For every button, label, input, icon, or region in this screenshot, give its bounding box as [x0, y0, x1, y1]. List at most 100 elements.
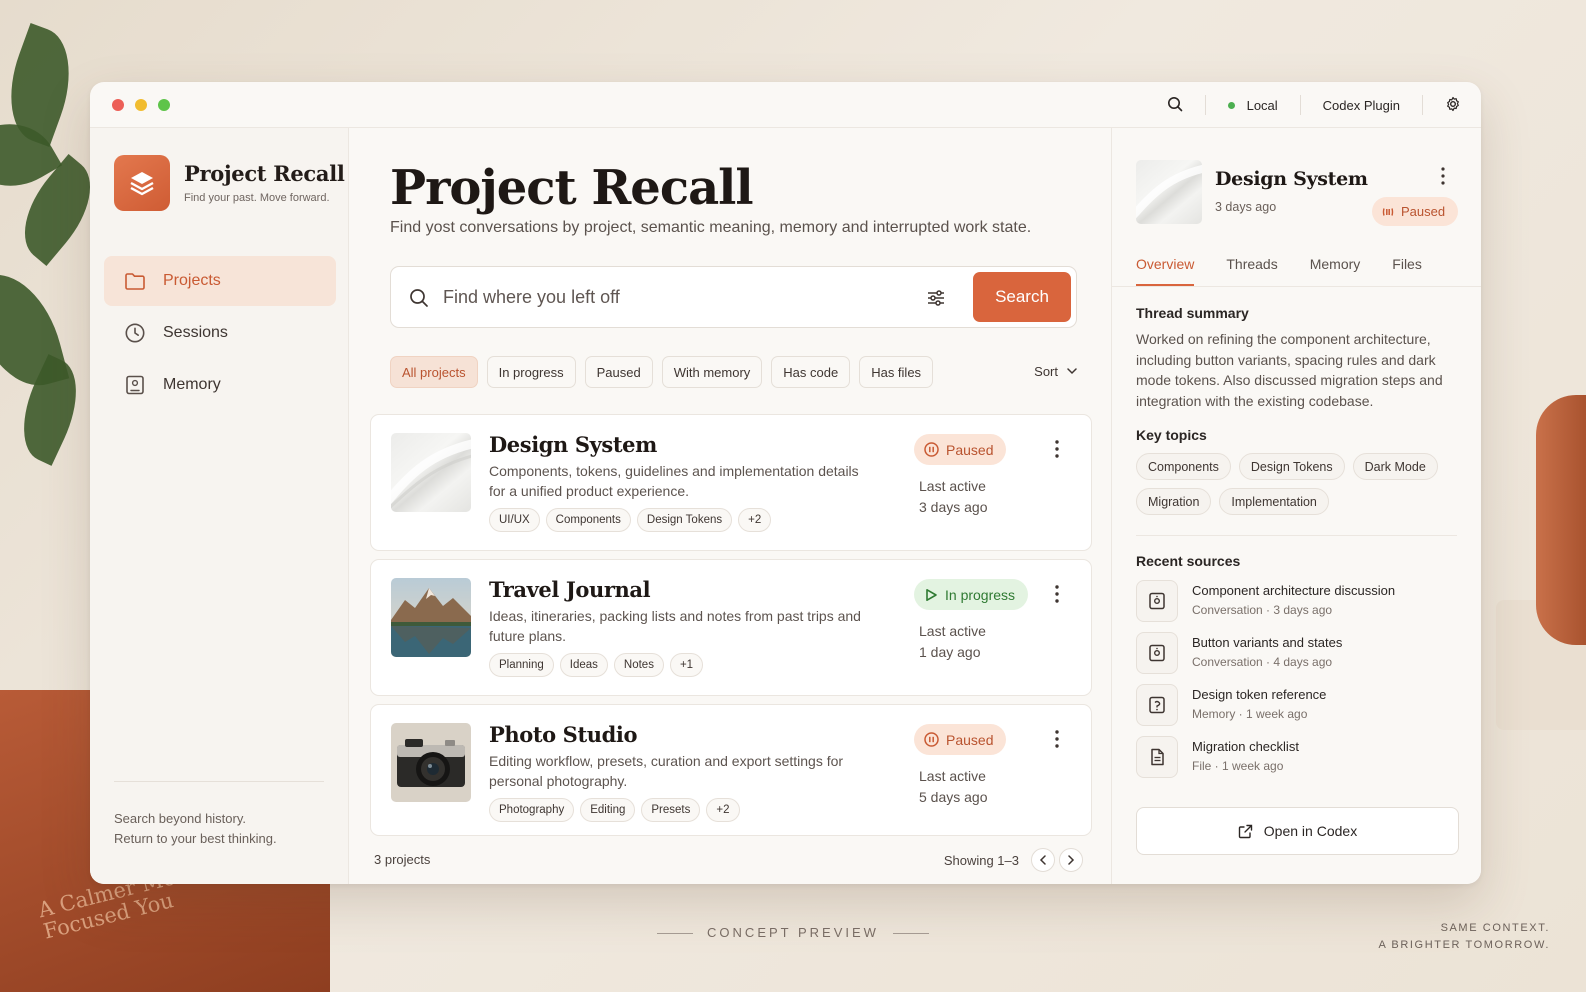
- status-badge: Paused: [914, 724, 1007, 755]
- tag: Components: [545, 508, 631, 532]
- last-active: Last active 5 days ago: [919, 768, 988, 805]
- gear-icon[interactable]: [1445, 96, 1461, 115]
- tag-more[interactable]: +2: [706, 798, 740, 822]
- project-thumbnail: [1136, 160, 1202, 224]
- chevron-left-icon: [1039, 855, 1046, 865]
- project-thumbnail: [391, 578, 471, 657]
- tab-divider: [1112, 286, 1481, 287]
- project-card-travel-journal[interactable]: Travel Journal Ideas, itineraries, packi…: [370, 559, 1092, 696]
- pause-icon: [924, 732, 939, 747]
- clock-icon: [125, 323, 145, 343]
- topics-heading: Key topics: [1136, 427, 1207, 443]
- filter-chips: All projects In progress Paused With mem…: [390, 356, 934, 388]
- folder-icon: [125, 273, 145, 290]
- project-title: Travel Journal: [489, 577, 651, 602]
- detail-tabs: Overview Threads Memory Files: [1136, 256, 1457, 286]
- prev-page-button[interactable]: [1031, 848, 1055, 872]
- section-divider: [1136, 535, 1457, 536]
- topic-chip[interactable]: Design Tokens: [1238, 453, 1345, 480]
- tag: Design Tokens: [636, 508, 733, 532]
- tag: Ideas: [559, 653, 608, 677]
- sidebar-item-label: Memory: [163, 376, 221, 393]
- brand-title: Project Recall: [184, 161, 345, 186]
- topic-chip[interactable]: Components: [1136, 453, 1231, 480]
- more-options-icon[interactable]: [1435, 166, 1451, 186]
- more-options-icon[interactable]: [1049, 584, 1065, 604]
- cup-decoration: [1536, 395, 1586, 645]
- plant-decoration: [0, 10, 111, 480]
- tab-memory[interactable]: Memory: [1310, 256, 1361, 286]
- filter-has-files[interactable]: Has files: [859, 356, 934, 388]
- close-window-button[interactable]: [112, 98, 124, 111]
- source-item[interactable]: Design token reference Memory · 1 week a…: [1136, 684, 1466, 728]
- tag: Planning: [489, 653, 554, 677]
- source-item[interactable]: Button variants and states Conversation …: [1136, 632, 1466, 676]
- brand-tagline: Find your past. Move forward.: [184, 192, 330, 204]
- sidebar-item-memory[interactable]: Memory: [104, 360, 336, 410]
- conversation-icon: [1136, 580, 1178, 622]
- filter-paused[interactable]: Paused: [584, 356, 653, 388]
- status-badge: Paused: [914, 434, 1007, 465]
- tab-overview[interactable]: Overview: [1136, 256, 1195, 286]
- filter-has-code[interactable]: Has code: [771, 356, 851, 388]
- filter-settings-icon[interactable]: [926, 289, 946, 312]
- minimize-window-button[interactable]: [135, 98, 147, 111]
- sidebar-footer: Search beyond history. Return to your be…: [114, 781, 324, 849]
- project-description: Editing workflow, presets, curation and …: [489, 753, 844, 789]
- filter-all-projects[interactable]: All projects: [390, 356, 478, 388]
- file-icon: [1136, 736, 1178, 778]
- source-item[interactable]: Component architecture discussion Conver…: [1136, 580, 1466, 624]
- chevron-down-icon: [1067, 368, 1077, 375]
- play-icon: [926, 588, 937, 601]
- memory-icon: [126, 375, 144, 395]
- project-description: Ideas, itineraries, packing lists and no…: [489, 608, 861, 644]
- detail-title: Design System: [1215, 168, 1368, 190]
- more-options-icon[interactable]: [1049, 729, 1065, 749]
- source-item[interactable]: Migration checklist File · 1 week ago: [1136, 736, 1466, 780]
- tag: Presets: [641, 798, 701, 822]
- tag-more[interactable]: +1: [669, 653, 704, 677]
- open-in-codex-button[interactable]: Open in Codex: [1136, 807, 1459, 855]
- concept-preview-caption: CONCEPT PREVIEW: [0, 925, 1586, 940]
- conversation-icon: [1136, 632, 1178, 674]
- zoom-window-button[interactable]: [158, 98, 170, 111]
- search-button[interactable]: Search: [973, 272, 1071, 322]
- tag-more[interactable]: +2: [738, 508, 772, 532]
- brand: Project Recall Find your past. Move forw…: [184, 161, 345, 204]
- sidebar: Project Recall Find your past. Move forw…: [90, 128, 349, 884]
- tag: Notes: [613, 653, 664, 677]
- project-thumbnail: [391, 723, 471, 802]
- sidebar-item-sessions[interactable]: Sessions: [104, 308, 336, 358]
- titlebar: Local Codex Plugin: [90, 82, 1481, 128]
- connection-status[interactable]: Local: [1227, 98, 1278, 113]
- topic-chip[interactable]: Dark Mode: [1352, 453, 1438, 480]
- tag: UI/UX: [489, 508, 540, 532]
- project-title: Photo Studio: [489, 722, 638, 747]
- key-topics: Components Design Tokens Dark Mode Migra…: [1136, 453, 1466, 515]
- project-card-photo-studio[interactable]: Photo Studio Editing workflow, presets, …: [370, 704, 1092, 836]
- status-badge: In progress: [914, 579, 1029, 610]
- summary-heading: Thread summary: [1136, 305, 1249, 321]
- more-options-icon[interactable]: [1049, 439, 1065, 459]
- filter-with-memory[interactable]: With memory: [661, 356, 763, 388]
- app-logo-icon: [114, 155, 170, 211]
- memory-icon: [1136, 684, 1178, 726]
- tab-threads[interactable]: Threads: [1226, 256, 1277, 286]
- tab-files[interactable]: Files: [1392, 256, 1422, 286]
- sidebar-item-projects[interactable]: Projects: [104, 256, 336, 306]
- topic-chip[interactable]: Implementation: [1219, 488, 1329, 515]
- next-page-button[interactable]: [1059, 848, 1083, 872]
- project-description: Components, tokens, guidelines and imple…: [489, 463, 859, 499]
- project-card-design-system[interactable]: Design System Components, tokens, guidel…: [370, 414, 1092, 551]
- search-icon: [410, 289, 428, 307]
- detail-subtitle: 3 days ago: [1215, 200, 1277, 214]
- sort-dropdown[interactable]: Sort: [1034, 364, 1077, 379]
- topic-chip[interactable]: Migration: [1136, 488, 1212, 515]
- search-icon[interactable]: [1167, 96, 1183, 115]
- project-title: Design System: [489, 432, 657, 457]
- codex-plugin-link[interactable]: Codex Plugin: [1323, 98, 1400, 113]
- search-input[interactable]: [443, 279, 883, 315]
- pause-icon: [924, 442, 939, 457]
- filter-in-progress[interactable]: In progress: [486, 356, 576, 388]
- pause-icon: [1382, 207, 1394, 216]
